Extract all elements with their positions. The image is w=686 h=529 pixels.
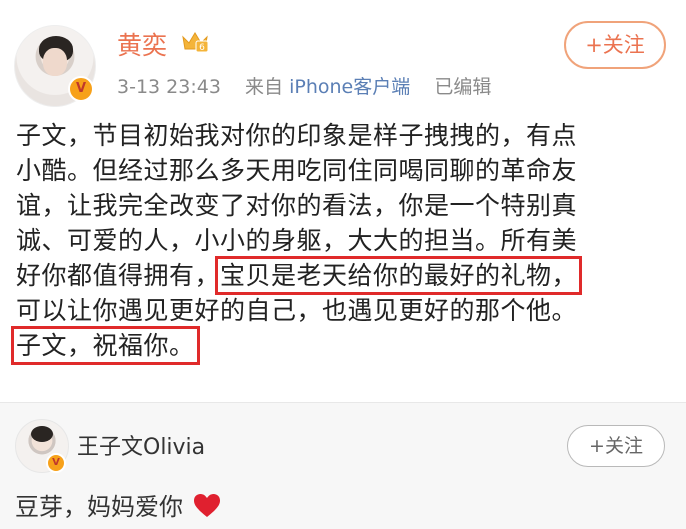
post-line: 子文，祝福你。 xyxy=(11,326,676,365)
author-name[interactable]: 黄奕 xyxy=(117,26,167,62)
highlighted-blessing: 子文，祝福你。 xyxy=(11,326,200,365)
reply-text: 豆芽，妈妈爱你 xyxy=(15,487,221,522)
post-line: 子文，节目初始我对你的印象是样子拽拽的，有点 xyxy=(16,121,578,150)
verified-badge-icon: V xyxy=(68,76,94,102)
post-line: 好你都值得拥有，宝贝是老天给你的最好的礼物， xyxy=(16,256,676,295)
heart-icon xyxy=(193,494,220,517)
post-line: 可以让你遇见更好的自己，也遇见更好的那个他。 xyxy=(16,296,578,325)
post-line: 小酷。但经过那么多天用吃同住同喝同聊的革命友 xyxy=(16,156,578,185)
vip-crown-icon: 6 xyxy=(182,32,209,53)
avatar-hair xyxy=(31,426,53,442)
verified-badge-icon: V xyxy=(46,453,66,473)
post-meta: 3-13 23:43 来自 iPhone客户端 已编辑 xyxy=(117,72,491,99)
reply-section: V 王子文Olivia +关注 豆芽，妈妈爱你 xyxy=(0,403,686,529)
avatar-face xyxy=(43,48,67,76)
post-timestamp: 3-13 23:43 xyxy=(117,76,221,98)
svg-text:6: 6 xyxy=(199,43,205,53)
weibo-post: V 黄奕 6 3-13 23:43 来自 iPhone客户端 已编辑 +关注 子… xyxy=(0,0,686,402)
reply-message: 豆芽，妈妈爱你 xyxy=(15,493,183,521)
source-prefix: 来自 xyxy=(245,76,284,98)
post-body: 子文，节目初始我对你的印象是样子拽拽的，有点 小酷。但经过那么多天用吃同住同喝同… xyxy=(11,118,676,365)
post-line: 诚、可爱的人，小小的身躯，大大的担当。所有美 xyxy=(16,226,578,255)
highlighted-phrase: 宝贝是老天给你的最好的礼物， xyxy=(215,256,583,295)
follow-button[interactable]: +关注 xyxy=(564,21,666,69)
reply-follow-button[interactable]: +关注 xyxy=(567,425,665,467)
line5-prefix: 好你都值得拥有， xyxy=(16,261,221,290)
post-line: 谊，让我完全改变了对你的看法，你是一个特别真 xyxy=(16,191,578,220)
post-source[interactable]: iPhone客户端 xyxy=(289,76,410,98)
edited-label: 已编辑 xyxy=(434,76,492,98)
reply-author-name[interactable]: 王子文Olivia xyxy=(77,429,205,461)
